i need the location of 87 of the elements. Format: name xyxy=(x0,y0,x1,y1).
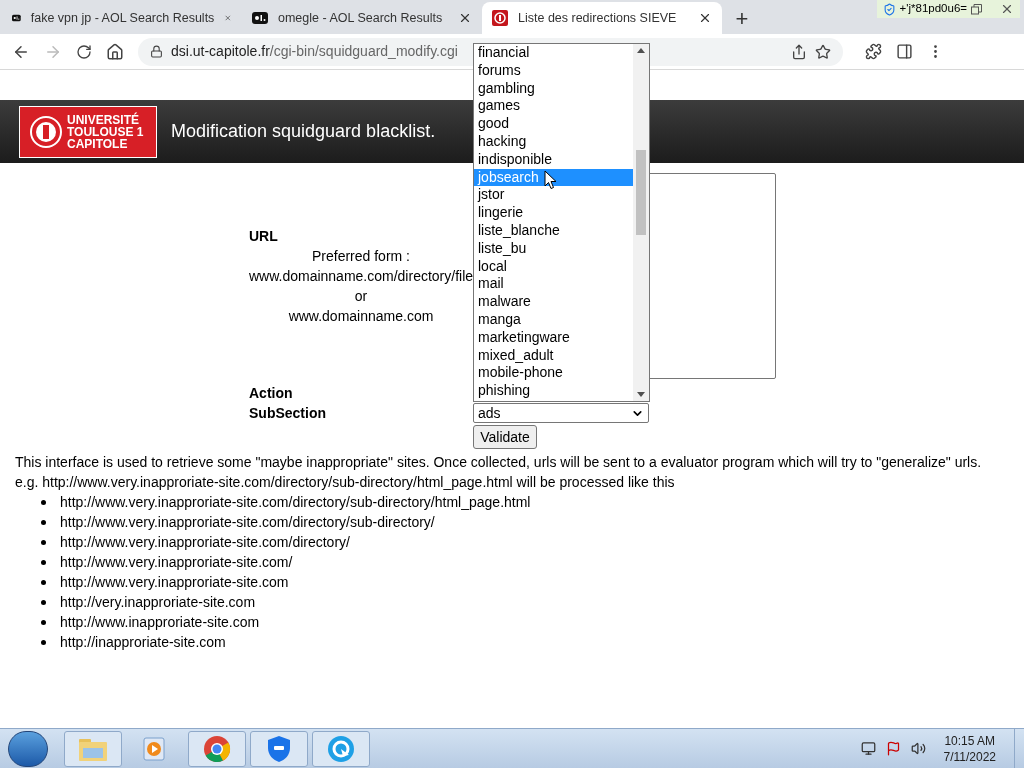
share-icon[interactable] xyxy=(791,43,807,60)
example-url: http://www.inapproriate-site.com xyxy=(60,613,260,632)
lock-icon xyxy=(150,45,163,58)
bullet-icon xyxy=(41,559,46,565)
dropdown-option[interactable]: marketingware xyxy=(474,328,633,347)
page-title: Modification squidguard blacklist. xyxy=(171,120,436,143)
dropdown-option[interactable]: gambling xyxy=(474,79,633,98)
media-player-icon xyxy=(142,735,168,762)
network-icon[interactable] xyxy=(860,741,876,756)
bullet-icon xyxy=(41,639,46,645)
extensions-icon[interactable] xyxy=(865,43,882,60)
description-text: This interface is used to retrieve some "maybe inappropriate" sites. Once collected, urls will be sent to a evaluator program which will try to "generalize" urls. xyxy=(15,453,983,472)
close-icon[interactable] xyxy=(1000,2,1014,16)
bullet-icon xyxy=(41,499,46,505)
restore-icon[interactable] xyxy=(971,3,982,15)
dropdown-option[interactable]: hacking xyxy=(474,133,633,151)
seal-icon xyxy=(29,114,63,149)
dropdown-option[interactable]: indisponible xyxy=(474,150,633,169)
dropdown-option[interactable]: phishing xyxy=(474,382,633,400)
shield-icon xyxy=(266,734,292,763)
dropdown-option[interactable]: mobile-phone xyxy=(474,364,633,383)
chrome-icon xyxy=(203,734,231,763)
dropdown-option[interactable]: games xyxy=(474,97,633,116)
favicon-icon xyxy=(252,10,268,26)
logo-text: TOULOUSE 1 xyxy=(67,125,144,138)
hint-text: www.domainname.com/directory/file xyxy=(248,267,474,286)
favicon-icon xyxy=(492,10,508,26)
refresh-circle-icon xyxy=(327,734,355,763)
example-url: http://www.very.inapproriate-site.com/directory/sub-directory/html_page.html xyxy=(60,493,531,512)
logo-text: UNIVERSITÉ xyxy=(67,113,140,126)
bullet-icon xyxy=(41,619,46,625)
example-url: http://www.very.inapproriate-site.com/ xyxy=(60,553,293,572)
subsection-select[interactable]: ads xyxy=(473,403,649,423)
browser-tab[interactable]: Liste des redirections SIEVE xyxy=(482,2,722,34)
browser-tab[interactable]: omegle - AOL Search Results xyxy=(242,2,482,34)
flag-icon[interactable] xyxy=(885,741,901,756)
example-url: http://www.very.inapproriate-site.com xyxy=(60,573,289,592)
dropdown-option[interactable]: malware xyxy=(474,293,633,311)
example-url: http://www.very.inapproriate-site.com/directory/sub-directory/ xyxy=(60,513,435,532)
cursor-icon xyxy=(544,170,557,190)
scroll-thumb[interactable] xyxy=(636,150,646,235)
field-label: SubSection xyxy=(249,404,327,423)
dropdown-option[interactable]: good xyxy=(474,115,633,133)
shield-icon xyxy=(882,2,896,16)
description-text: e.g. http://www.very.inapproriate-site.com/directory/sub-directory/html_page.html will be processed like this xyxy=(15,473,676,492)
start-button[interactable] xyxy=(8,730,48,767)
close-icon[interactable] xyxy=(458,11,472,25)
hint-text: www.domainname.com xyxy=(288,307,434,326)
dropdown-option[interactable]: local xyxy=(474,257,633,276)
scroll-down-icon[interactable] xyxy=(637,392,645,397)
hint-text: Preferred form : xyxy=(312,247,410,266)
dropdown-option[interactable]: mixed_adult xyxy=(474,346,633,365)
side-panel-icon[interactable] xyxy=(896,43,913,60)
close-icon[interactable] xyxy=(698,11,712,25)
scrollbar[interactable] xyxy=(633,44,649,401)
dropdown-option[interactable]: mail xyxy=(474,275,633,294)
example-url: http://www.very.inapproriate-site.com/directory/ xyxy=(60,533,350,552)
taskbar-app[interactable] xyxy=(250,730,308,767)
taskbar-app[interactable] xyxy=(312,730,370,767)
field-label: Action xyxy=(249,384,294,403)
field-label: URL xyxy=(249,227,279,246)
example-url: http://inapproriate-site.com xyxy=(60,633,226,652)
validate-button[interactable]: Validate xyxy=(473,425,537,449)
logo-text: CAPITOLE xyxy=(67,137,129,150)
extension-text: +'j*81pd0u6= xyxy=(899,1,967,17)
bullet-icon xyxy=(41,519,46,525)
dropdown-option[interactable]: liste_blanche xyxy=(474,221,633,240)
dropdown-option[interactable]: financial xyxy=(474,44,633,62)
new-tab-button[interactable]: + xyxy=(724,2,760,34)
bullet-icon xyxy=(41,599,46,605)
volume-icon[interactable] xyxy=(910,741,926,756)
taskbar-app[interactable] xyxy=(188,730,246,767)
bookmark-star-icon[interactable] xyxy=(815,43,831,60)
dropdown-option[interactable]: liste_bu xyxy=(474,239,633,258)
dropdown-option[interactable]: manga xyxy=(474,310,633,329)
reload-button[interactable] xyxy=(76,43,92,60)
example-url: http://very.inapproriate-site.com xyxy=(60,593,256,612)
dropdown-option[interactable]: lingerie xyxy=(474,204,633,222)
url-text: dsi.ut-capitole.fr/cgi-bin/squidguard_modify.cgi xyxy=(171,42,458,61)
scroll-up-icon[interactable] xyxy=(637,48,645,53)
browser-tab[interactable]: fake vpn jp - AOL Search Results xyxy=(2,2,242,34)
bullet-icon xyxy=(41,579,46,585)
dropdown-option[interactable]: jstor xyxy=(474,186,633,205)
hint-text: or xyxy=(354,287,368,306)
clock[interactable]: 10:15 AM 7/11/2022 xyxy=(943,732,996,765)
bullet-icon xyxy=(41,539,46,545)
home-button[interactable] xyxy=(106,42,124,61)
